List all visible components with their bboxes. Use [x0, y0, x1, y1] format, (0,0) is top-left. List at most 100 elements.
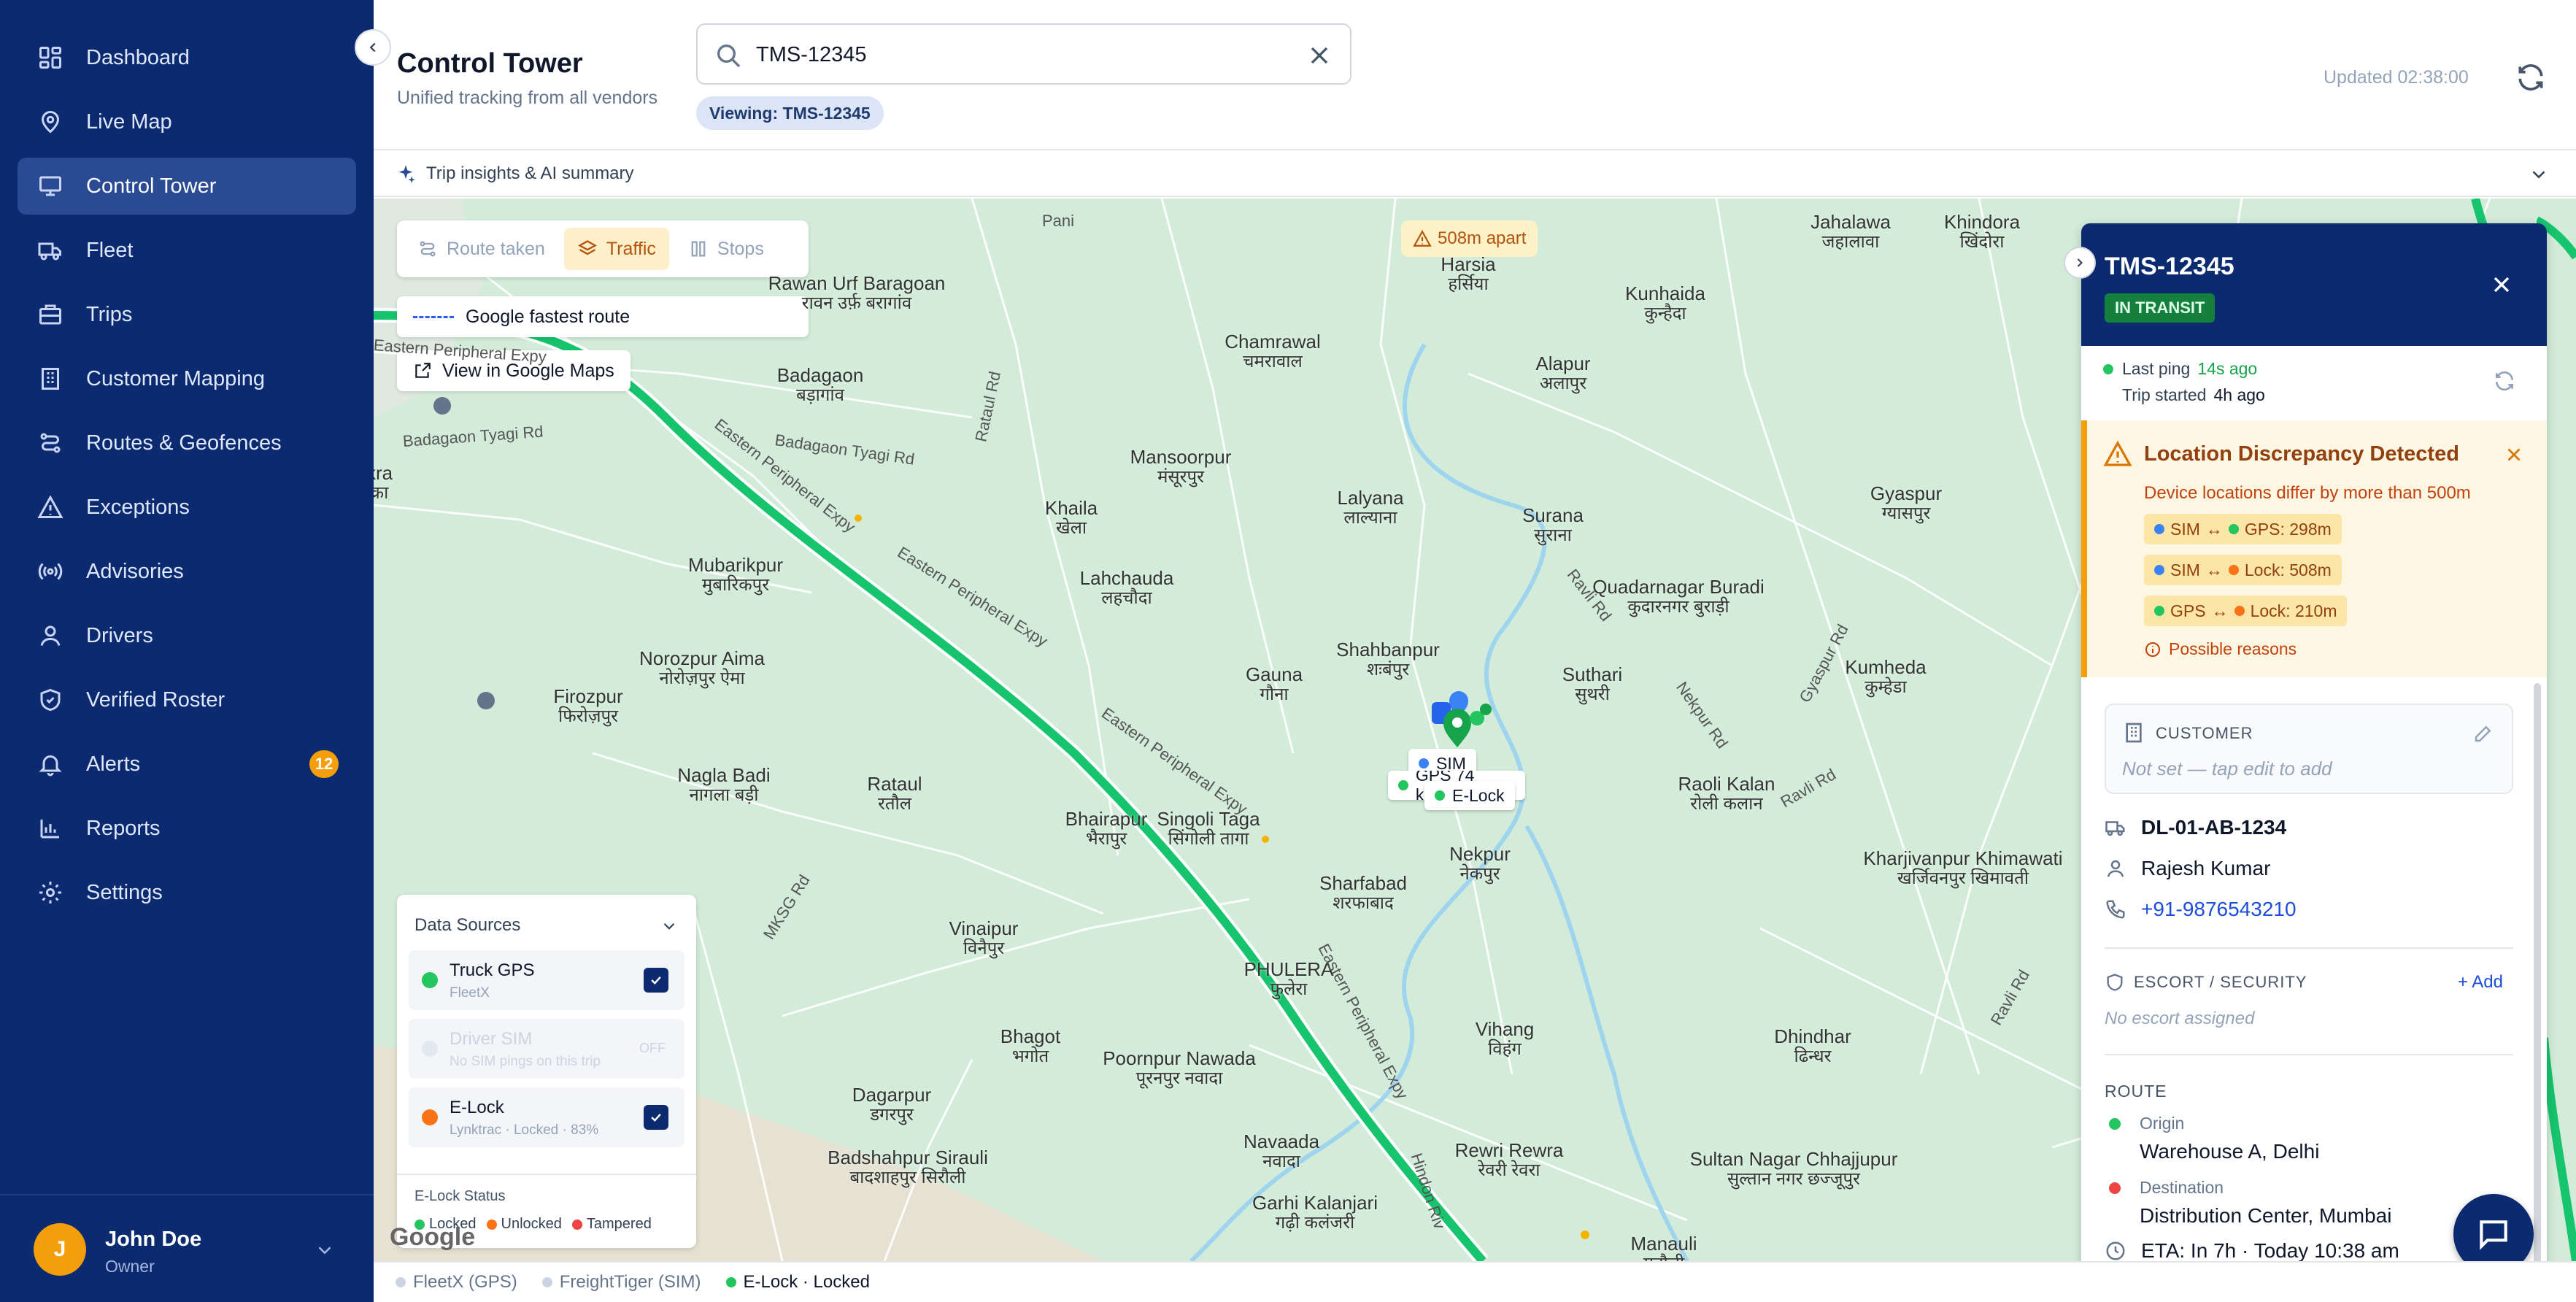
chevron-down-icon[interactable] — [2528, 163, 2550, 185]
source-dot — [2234, 606, 2245, 616]
source-dot — [2228, 524, 2239, 534]
driver-value: Rajesh Kumar — [2141, 857, 2271, 879]
sim-dot — [1419, 758, 1429, 769]
refresh-icon[interactable] — [2493, 369, 2516, 393]
place-name-local: मुबारिकपुर — [701, 574, 770, 595]
divider — [2105, 947, 2513, 949]
place-label: Bhagot भगोत — [1000, 1026, 1060, 1066]
phone-icon — [2106, 900, 2125, 919]
divider — [397, 1174, 696, 1175]
toggle-label: Stops — [717, 238, 764, 259]
sidebar-item-routes-geofences[interactable]: Routes & Geofences — [18, 415, 356, 471]
toggle-label: Route taken — [447, 238, 545, 259]
place-name: Navaada — [1243, 1130, 1320, 1152]
data-source-row[interactable]: Driver SIM No SIM pings on this trip OFF — [409, 1019, 685, 1079]
panel-scrollbar[interactable] — [2534, 683, 2541, 1296]
place-label: Kharjivanpur Khimawati खर्जिवनपुर खिमावती — [1863, 848, 2062, 888]
route-legend-label: Google fastest route — [466, 306, 630, 327]
user-icon — [36, 622, 64, 650]
close-icon[interactable] — [2488, 271, 2515, 298]
sidebar: Dashboard Live Map Control Tower Fleet Trips… — [0, 0, 374, 1302]
toggle-route-taken[interactable]: Route taken — [404, 228, 558, 270]
sidebar-item-live-map[interactable]: Live Map — [18, 93, 356, 150]
place-label: Lahchauda लहचौदा — [1080, 568, 1174, 608]
elock-marker-label[interactable]: E-Lock — [1424, 781, 1515, 810]
panel-toggle-button[interactable] — [2064, 247, 2096, 279]
map-pin-icon — [36, 108, 64, 136]
place-label: kraक्रा — [374, 463, 393, 503]
sidebar-item-advisories[interactable]: Advisories — [18, 543, 356, 600]
place-name: Bhagot — [1000, 1025, 1061, 1047]
place-name: Lalyana — [1337, 487, 1404, 509]
sidebar-item-control-tower[interactable]: Control Tower — [18, 158, 356, 215]
chevron-down-icon[interactable] — [314, 1239, 336, 1261]
map-layer-toggle: Route taken Traffic Stops — [397, 220, 809, 277]
route-title: ROUTE — [2105, 1082, 2167, 1101]
data-source-row[interactable]: Truck GPS FleetX — [409, 950, 685, 1010]
insights-bar[interactable]: Trip insights & AI summary — [374, 150, 2576, 197]
place-label: Shahbanpur शःबंपुर — [1336, 639, 1440, 679]
sidebar-item-dashboard[interactable]: Dashboard — [18, 29, 356, 86]
source-desc: No SIM pings on this trip — [450, 1054, 601, 1069]
data-source-row[interactable]: E-Lock Lynktrac · Locked · 83% — [409, 1087, 685, 1147]
close-icon[interactable] — [1305, 41, 1334, 70]
search-input[interactable] — [756, 38, 1267, 72]
place-name-local: बड़ागांव — [796, 385, 844, 405]
place-label: Harsia हर्सिया — [1441, 254, 1495, 294]
chevron-down-icon[interactable] — [660, 917, 679, 936]
info-icon — [2145, 642, 2160, 657]
place-name-local: रतौल — [878, 793, 911, 814]
sidebar-item-customer-mapping[interactable]: Customer Mapping — [18, 350, 356, 407]
add-escort-button[interactable]: + Add — [2458, 972, 2503, 993]
place-name-local: ढिन्धर — [1794, 1046, 1832, 1066]
pair-separator: ↔ — [2205, 519, 2223, 539]
sidebar-item-exceptions[interactable]: Exceptions — [18, 479, 356, 536]
place-name-local: गढ़ी कलंजरी — [1275, 1212, 1355, 1233]
checkbox[interactable] — [644, 1105, 668, 1130]
place-name: Vihang — [1475, 1018, 1535, 1040]
sidebar-item-reports[interactable]: Reports — [18, 800, 356, 857]
checkbox[interactable] — [644, 968, 668, 993]
source-name: Driver SIM — [450, 1029, 533, 1049]
refresh-icon[interactable] — [2515, 61, 2547, 93]
place-label: Norozpur Aima नोरोज़पुर ऐमा — [639, 648, 765, 688]
pencil-icon[interactable] — [2472, 723, 2494, 744]
close-icon[interactable] — [2503, 444, 2525, 466]
sidebar-item-drivers[interactable]: Drivers — [18, 607, 356, 664]
place-name-local: नागला बड़ी — [689, 785, 759, 805]
stops-icon — [691, 241, 706, 257]
road-label: Pani — [1042, 212, 1075, 230]
avatar[interactable]: J — [34, 1223, 86, 1276]
sidebar-item-settings[interactable]: Settings — [18, 864, 356, 921]
distance-pair-chip: GPS ↔ Lock: 210m — [2144, 596, 2348, 626]
toggle-traffic[interactable]: Traffic — [563, 228, 669, 270]
trip-started-value: 4h ago — [2213, 385, 2265, 404]
pair-a: SIM — [2170, 560, 2200, 579]
building-icon — [36, 365, 64, 393]
status-dot — [2103, 363, 2113, 374]
place-name: Dhindhar — [1774, 1025, 1851, 1047]
place-label: Raoli Kalan रोली कलान — [1678, 774, 1775, 814]
elock-label: E-Lock — [1452, 785, 1505, 805]
place-name-local: अलापुर — [1539, 373, 1587, 393]
possible-reasons-link[interactable]: Possible reasons — [2144, 639, 2297, 659]
place-name-local: कुदारनगर बुराड़ी — [1627, 596, 1729, 617]
phone-link[interactable]: +91-9876543210 — [2105, 898, 2297, 921]
sidebar-item-verified-roster[interactable]: Verified Roster — [18, 671, 356, 728]
toggle-stops[interactable]: Stops — [675, 228, 777, 270]
place-label: Suthari सुथरी — [1562, 664, 1622, 704]
gps-dot — [1398, 780, 1408, 790]
place-name: Sultan Nagar Chhajjupur — [1689, 1148, 1898, 1170]
sidebar-item-fleet[interactable]: Fleet — [18, 222, 356, 279]
alert-description: Device locations differ by more than 500… — [2144, 483, 2471, 503]
collapse-sidebar-button[interactable] — [355, 29, 391, 66]
place-name-local: नेकपुर — [1459, 863, 1500, 884]
sidebar-item-trips[interactable]: Trips — [18, 286, 356, 343]
source-color-dot — [422, 972, 438, 988]
customer-card[interactable]: CUSTOMER Not set — tap edit to add — [2105, 704, 2513, 794]
sidebar-item-alerts[interactable]: Alerts 12 — [18, 736, 356, 793]
place-name: Raoli Kalan — [1678, 773, 1775, 795]
source-status-item: FleetX (GPS) — [396, 1272, 517, 1293]
divider — [0, 1194, 374, 1195]
elock-dot — [1435, 790, 1445, 801]
